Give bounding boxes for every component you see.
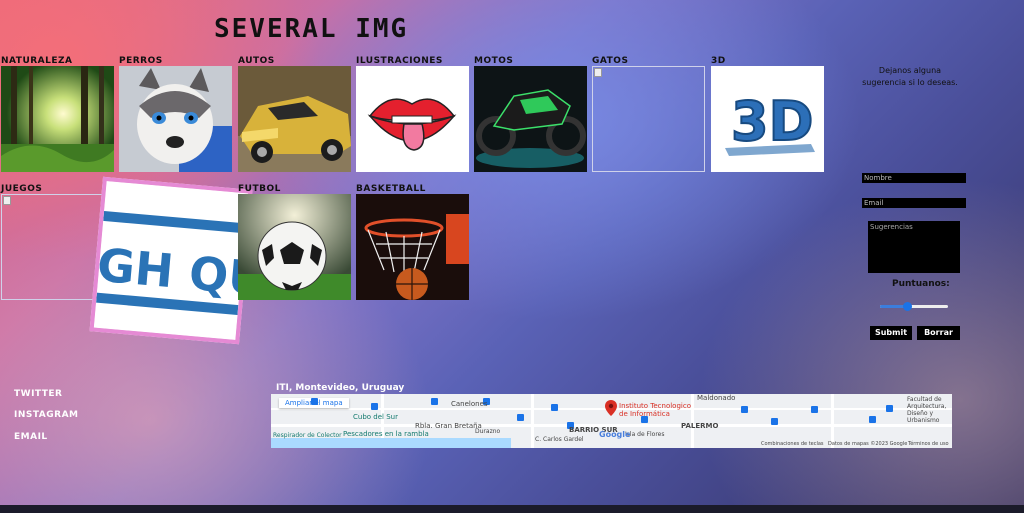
map-footer[interactable]: Términos de uso (908, 441, 949, 447)
gallery-label: FUTBOL (238, 184, 281, 194)
gallery-label: JUEGOS (1, 184, 43, 194)
3d-logo-image: 3D (711, 66, 824, 172)
map-label: Maldonado (697, 394, 736, 402)
email-field[interactable]: Email (862, 198, 966, 208)
broken-image (592, 66, 705, 172)
map-label: PALERMO (681, 422, 719, 430)
map-label: Canelones (451, 400, 488, 408)
twitter-link[interactable]: TWITTER (14, 389, 62, 399)
map-label: Respirador de Colector (273, 432, 342, 439)
map-label: Isla de Flores (625, 431, 665, 438)
basketball-image (356, 194, 469, 300)
map-footer: Datos de mapas ©2023 Google (828, 441, 908, 447)
map-label: Pescadores en la rambla (343, 430, 429, 438)
reset-button[interactable]: Borrar (917, 326, 960, 340)
high-quality-stamp-image[interactable]: GH QUA (89, 176, 253, 345)
email-link[interactable]: EMAIL (14, 432, 48, 442)
map-label: Facultad de Arquitectura, Diseño y Urban… (907, 396, 947, 424)
map-place-name: de Informática (619, 410, 670, 418)
map-label: Cubo del Sur (353, 413, 398, 421)
map-label: Rbla. Gran Bretaña (415, 422, 482, 430)
gallery-label: ILUSTRACIONES (356, 56, 443, 66)
name-field[interactable]: Nombre (862, 173, 966, 183)
suggestions-textarea[interactable]: Sugerencias (868, 221, 960, 273)
map-embed[interactable]: Ampliar el mapa Canelones Maldonado Cubo… (271, 394, 952, 448)
map-label: Durazno (475, 428, 501, 435)
gallery-label: NATURALEZA (1, 56, 73, 66)
map-footer[interactable]: Combinaciones de teclas (761, 441, 824, 447)
lips-image (356, 66, 469, 172)
rating-slider[interactable] (880, 302, 948, 311)
gallery-label: MOTOS (474, 56, 514, 66)
page-title: SEVERAL IMG (214, 14, 409, 44)
form-hint-text: Dejanos alguna sugerencia si lo deseas. (862, 66, 958, 87)
taskbar (0, 505, 1024, 513)
map-place-name: Instituto Tecnologico (619, 402, 691, 410)
rating-label: Puntuanos: (892, 279, 950, 289)
gallery-label: BASKETBALL (356, 184, 426, 194)
gallery-label: PERROS (119, 56, 163, 66)
broken-image-icon (594, 68, 602, 77)
3d-logo-text: 3D (731, 90, 813, 153)
forest-image (1, 66, 114, 172)
motorcycle-image (474, 66, 587, 172)
google-logo: Google (599, 430, 631, 439)
submit-button[interactable]: Submit (870, 326, 912, 340)
map-pin-icon[interactable] (605, 400, 617, 416)
map-label: C. Carlos Gardel (535, 436, 584, 443)
gallery-label: AUTOS (238, 56, 275, 66)
car-image (238, 66, 351, 172)
gallery-label: 3D (711, 56, 726, 66)
gallery-label: GATOS (592, 56, 629, 66)
husky-image (119, 66, 232, 172)
map-title: ITI, Montevideo, Uruguay (276, 383, 405, 393)
broken-image-icon (3, 196, 11, 205)
slider-thumb[interactable] (903, 302, 913, 311)
soccer-ball-image (238, 194, 351, 300)
instagram-link[interactable]: INSTAGRAM (14, 410, 79, 420)
